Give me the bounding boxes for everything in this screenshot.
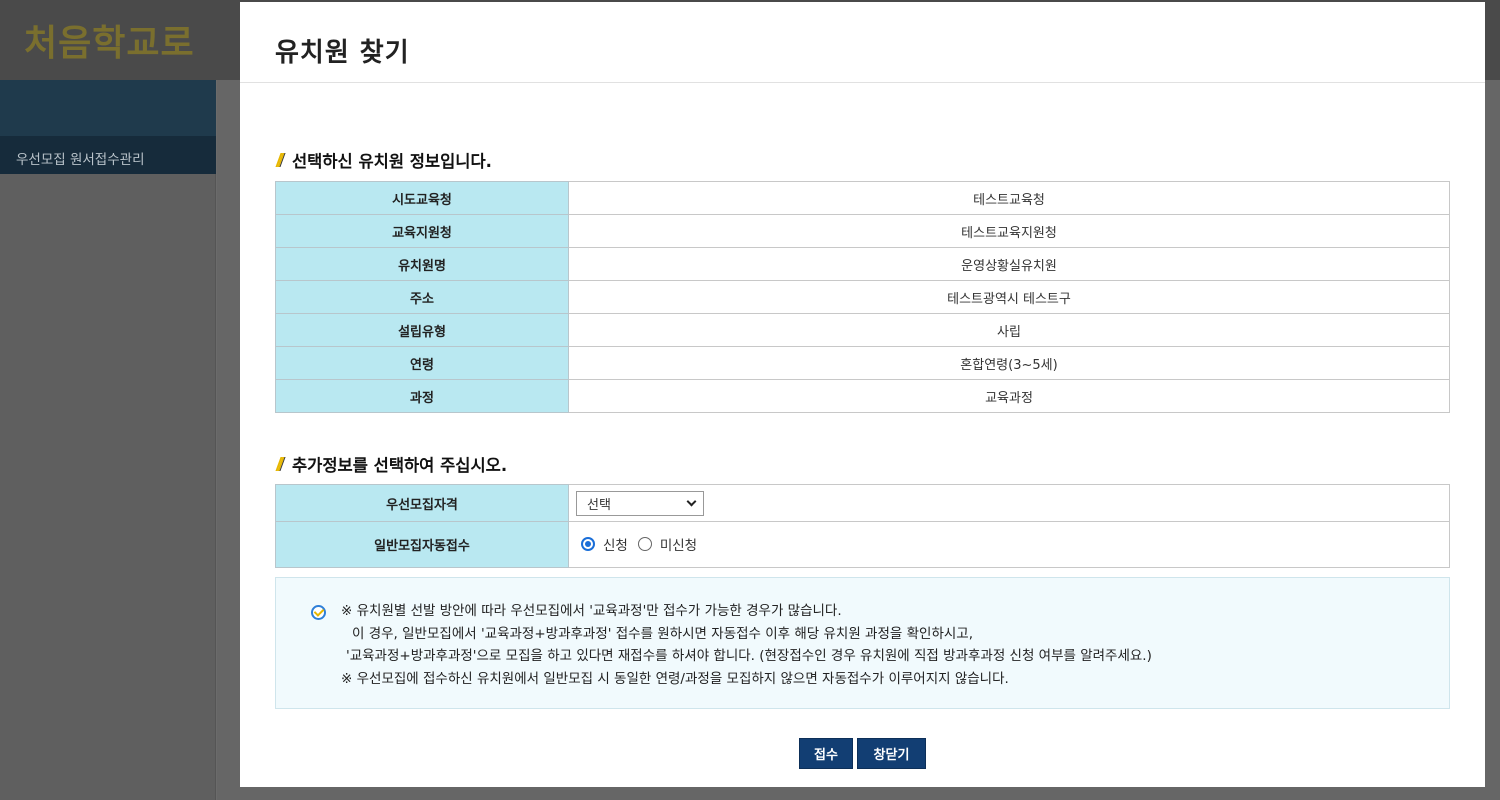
slash-marker-icon (275, 457, 286, 471)
kindergarten-search-modal: 유치원 찾기 선택하신 유치원 정보입니다. 시도교육청 테스트교육청 교육지원청 테… (240, 2, 1485, 787)
notice-line: 이 경우, 일반모집에서 '교육과정+방과후과정' 접수를 원하시면 자동접수 … (352, 625, 973, 642)
info-value: 테스트교육청 (568, 181, 1450, 215)
radio-not-apply-label[interactable]: 미신청 (660, 534, 697, 554)
notice-line: ※ 우선모집에 접수하신 유치원에서 일반모집 시 동일한 연령/과정을 모집하… (341, 670, 1009, 687)
table-row: 설립유형 사립 (275, 313, 1450, 347)
table-row: 연령 혼합연령(3~5세) (275, 346, 1450, 380)
info-value: 교육과정 (568, 379, 1450, 413)
app-sidebar (0, 80, 216, 800)
info-value: 운영상황실유치원 (568, 247, 1450, 281)
table-row: 일반모집자동접수 신청 미신청 (275, 521, 1450, 568)
auto-apply-radio-group: 신청 미신청 (576, 534, 707, 554)
modal-header: 유치원 찾기 (240, 2, 1485, 83)
auto-apply-label: 일반모집자동접수 (275, 521, 569, 568)
close-window-button[interactable]: 창닫기 (857, 738, 926, 769)
priority-cell: 선택 (568, 484, 1450, 522)
notice-line: ※ 유치원별 선발 방안에 따라 우선모집에서 '교육과정'만 접수가 가능한 … (341, 603, 842, 619)
priority-select[interactable]: 선택 (576, 490, 704, 516)
info-label: 설립유형 (275, 313, 569, 347)
info-value: 혼합연령(3~5세) (568, 346, 1450, 380)
selected-info-heading: 선택하신 유치원 정보입니다. (275, 148, 492, 172)
check-circle-icon (311, 605, 326, 620)
sidebar-header-band (0, 80, 216, 136)
info-label: 시도교육청 (275, 181, 569, 215)
auto-apply-cell: 신청 미신청 (568, 521, 1450, 568)
info-label: 교육지원청 (275, 214, 569, 248)
priority-select-value: 선택 (587, 497, 611, 513)
submit-button[interactable]: 접수 (799, 738, 853, 769)
table-row: 유치원명 운영상황실유치원 (275, 247, 1450, 281)
table-row: 우선모집자격 선택 (275, 484, 1450, 522)
info-value: 사립 (568, 313, 1450, 347)
info-value: 테스트광역시 테스트구 (568, 280, 1450, 314)
kindergarten-info-table: 시도교육청 테스트교육청 교육지원청 테스트교육지원청 유치원명 운영상황실유치원 주소 테스… (275, 181, 1450, 413)
extra-info-table: 우선모집자격 선택 일반모집자동접수 신청 미신청 (275, 484, 1450, 568)
table-row: 주소 테스트광역시 테스트구 (275, 280, 1450, 314)
radio-apply[interactable] (581, 537, 595, 551)
notice-text: ※ 유치원별 선발 방안에 따라 우선모집에서 '교육과정'만 접수가 가능한 … (310, 600, 1449, 690)
radio-apply-label[interactable]: 신청 (603, 534, 628, 554)
modal-title: 유치원 찾기 (275, 38, 410, 68)
priority-label: 우선모집자격 (275, 484, 569, 522)
info-value: 테스트교육지원청 (568, 214, 1450, 248)
info-label: 과정 (275, 379, 569, 413)
app-logo: 처음학교로 (24, 22, 195, 64)
sidebar-item-priority-application[interactable]: 우선모집 원서접수관리 (0, 136, 216, 174)
table-row: 교육지원청 테스트교육지원청 (275, 214, 1450, 248)
extra-info-heading: 추가정보를 선택하여 주십시오. (275, 452, 508, 476)
table-row: 과정 교육과정 (275, 379, 1450, 413)
radio-not-apply[interactable] (637, 537, 652, 551)
info-label: 연령 (275, 346, 569, 380)
table-row: 시도교육청 테스트교육청 (275, 181, 1450, 215)
notice-box: ※ 유치원별 선발 방안에 따라 우선모집에서 '교육과정'만 접수가 가능한 … (275, 577, 1450, 709)
info-label: 주소 (275, 280, 569, 314)
notice-line: '교육과정+방과후과정'으로 모집을 하고 있다면 재접수를 하셔야 합니다. … (346, 648, 1152, 664)
extra-info-heading-text: 추가정보를 선택하여 주십시오. (292, 456, 508, 475)
selected-info-heading-text: 선택하신 유치원 정보입니다. (292, 152, 492, 171)
info-label: 유치원명 (275, 247, 569, 281)
slash-marker-icon (275, 153, 286, 167)
chevron-down-icon (686, 496, 697, 506)
